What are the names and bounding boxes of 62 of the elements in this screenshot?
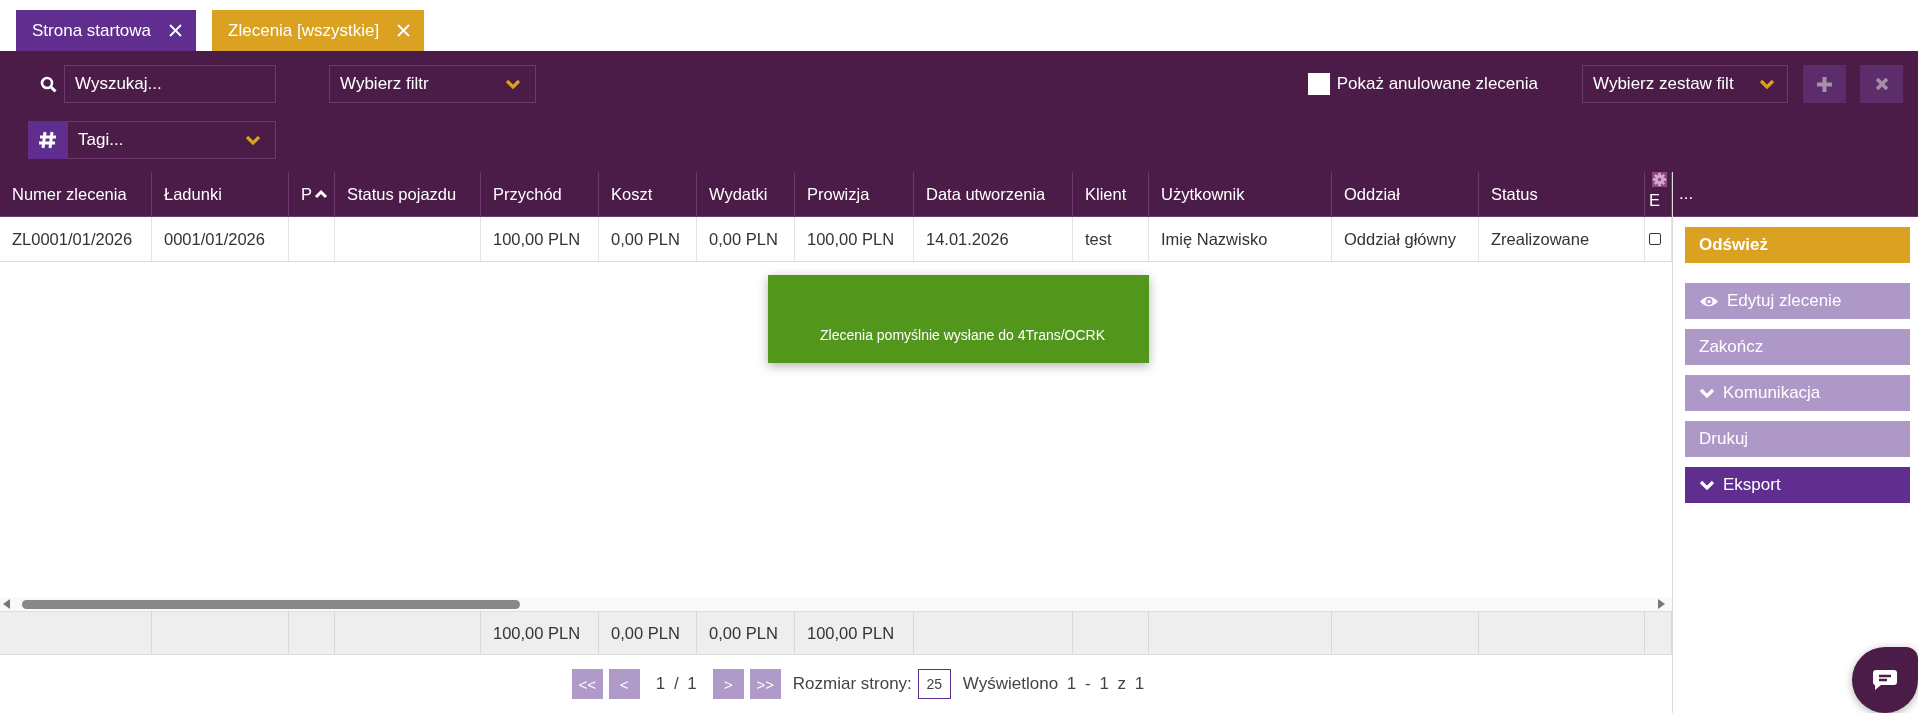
column-header[interactable]: Numer zlecenia [12, 184, 127, 204]
results-summary: Wyświetlono 1 - 1 z 1 [962, 674, 1145, 694]
chevron-down-icon [1759, 78, 1775, 90]
scrollbar-drawing[interactable] [0, 597, 1672, 611]
chevron-down-icon [1699, 387, 1715, 399]
table-cell: Zrealizowane [1491, 229, 1590, 249]
column-header[interactable]: Prowizja [807, 184, 870, 204]
total-cell: 100,00 PLN [807, 623, 895, 643]
column-header[interactable]: Data utworzenia [926, 184, 1046, 204]
chat-button[interactable] [1852, 647, 1918, 713]
close-icon [1874, 77, 1889, 91]
column-header[interactable]: P [301, 184, 328, 204]
page-size-field[interactable]: 25 [917, 669, 951, 699]
column-header[interactable]: E [1649, 191, 1660, 210]
search-icon [40, 75, 57, 93]
chevron-down-icon [245, 134, 261, 146]
chevron-down-icon [505, 78, 521, 90]
table-cell: 0001/01/2026 [164, 229, 265, 249]
column-header[interactable]: Klient [1085, 184, 1127, 204]
panel-header: ... [1679, 184, 1694, 204]
table-cell: 14.01.2026 [926, 229, 1009, 249]
table-cell: 0,00 PLN [611, 229, 680, 249]
column-header[interactable]: Użytkownik [1161, 184, 1245, 204]
row-checkbox[interactable] [1649, 233, 1661, 245]
chevron-down-icon [1699, 479, 1715, 491]
column-header[interactable]: Status [1491, 184, 1538, 204]
table-cell: 100,00 PLN [493, 229, 581, 249]
column-header[interactable]: Status pojazdu [347, 184, 457, 204]
gear-icon[interactable] [1652, 172, 1667, 187]
total-cell: 0,00 PLN [611, 623, 680, 643]
total-cell: 100,00 PLN [493, 623, 581, 643]
column-header[interactable]: Wydatki [709, 184, 768, 204]
toast-message: Zlecenia pomyślnie wysłane do 4Trans/OCRK [768, 275, 1149, 363]
tab[interactable]: Strona startowa [16, 10, 197, 51]
table-cell: Imię Nazwisko [1161, 229, 1268, 249]
delete-button[interactable] [1860, 65, 1903, 103]
column-header[interactable]: Przychód [493, 184, 562, 204]
chat-icon [1872, 669, 1898, 691]
column-header[interactable]: Ładunki [164, 184, 222, 204]
tags-dropdown[interactable]: Tagi... [68, 121, 276, 159]
add-button[interactable] [1803, 65, 1846, 103]
eye-icon [1699, 294, 1719, 308]
checkbox[interactable] [1307, 73, 1330, 95]
filter-set-dropdown[interactable]: Wybierz zestaw filt [1582, 65, 1788, 103]
page-size-label: Rozmiar strony: [792, 674, 912, 694]
hash-icon [38, 130, 58, 150]
table-cell: 100,00 PLN [807, 229, 895, 249]
total-cell: 0,00 PLN [709, 623, 778, 643]
table-cell: test [1085, 229, 1112, 249]
column-header[interactable]: Oddział [1344, 184, 1400, 204]
plus-icon [1816, 75, 1833, 93]
action-button[interactable]: Eksport [1685, 467, 1910, 503]
table-cell: Oddział główny [1344, 229, 1456, 249]
table-cell: ZL0001/01/2026 [12, 229, 133, 249]
sort-up-icon [314, 189, 328, 199]
checkbox-label: Pokaż anulowane zlecenia [1336, 74, 1538, 94]
column-header[interactable]: Koszt [611, 184, 653, 204]
page-indicator: 1 / 1 [655, 674, 697, 694]
filter-dropdown[interactable]: Wybierz filtr [329, 65, 536, 103]
table-cell: 0,00 PLN [709, 229, 778, 249]
search-field[interactable]: Wyszukaj... [64, 65, 276, 103]
close-icon[interactable] [169, 24, 183, 37]
